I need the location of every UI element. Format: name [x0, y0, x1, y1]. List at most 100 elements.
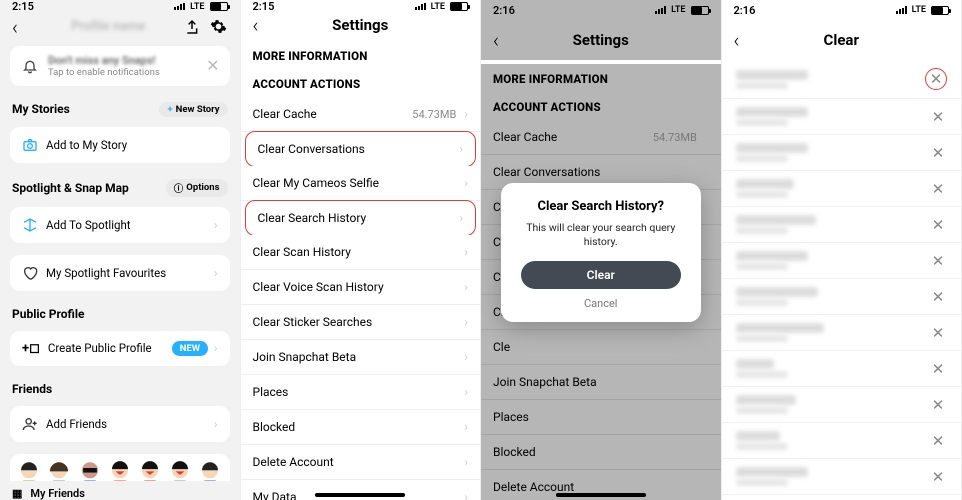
delete-item-button[interactable]: ✕ [929, 180, 947, 198]
share-icon[interactable] [184, 19, 200, 35]
item-sub [736, 443, 788, 450]
home-indicator [315, 493, 405, 497]
row-label: My Friends [30, 487, 84, 500]
clear-search-row[interactable]: Clear Search History › [245, 200, 477, 236]
status-bar: 2:16 LTE [722, 0, 962, 20]
signal-icon [655, 6, 666, 14]
options-button[interactable]: ⓘ Options [166, 179, 228, 197]
row-label: Add Friends [46, 417, 107, 431]
network-label: LTE [431, 2, 445, 12]
row-label: Clear My Cameos Selfie [253, 176, 379, 190]
beta-row[interactable]: Join Snapchat Beta › [241, 340, 481, 375]
add-to-spotlight[interactable]: Add To Spotlight › [10, 207, 230, 243]
clear-item-highlight: ✕ [925, 68, 947, 90]
places-row[interactable]: Places › [241, 375, 481, 410]
delete-item-button[interactable]: ✕ [929, 324, 947, 342]
page-title: Settings [273, 16, 449, 34]
delete-item-button[interactable]: ✕ [929, 360, 947, 378]
screen-settings-dialog: 2:16 LTE ‹ Settings MORE INFORMATION ACC… [481, 0, 722, 500]
clear-item-row: ✕ [722, 423, 962, 459]
blocked-row[interactable]: Blocked › [241, 410, 481, 445]
row-label: My Data [253, 490, 297, 500]
status-right: LTE [896, 5, 949, 15]
item-name [736, 431, 780, 441]
avatar-icon [166, 460, 194, 481]
close-icon[interactable]: ✕ [206, 56, 219, 75]
item-sub [736, 371, 788, 378]
clear-button[interactable]: Clear [521, 261, 681, 289]
clear-item-row: ✕ [722, 60, 962, 99]
item-name [736, 70, 808, 80]
avatar-icon [45, 460, 73, 481]
row-label: Clear Sticker Searches [253, 315, 373, 329]
item-sub [736, 119, 788, 126]
clear-item-row: ✕ [722, 135, 962, 171]
clear-item-row: ✕ [722, 243, 962, 279]
chevron-right-icon: › [464, 107, 468, 121]
item-sub [736, 299, 788, 306]
item-name [736, 323, 824, 333]
row-label: Clear Conversations [258, 142, 365, 156]
add-friends[interactable]: Add Friends › [10, 406, 230, 442]
mydata-row[interactable]: My Data › [241, 480, 481, 500]
clear-header: ‹ Clear [722, 20, 962, 60]
chevron-right-icon: › [464, 315, 468, 329]
chevron-right-icon: › [459, 211, 463, 225]
item-name [736, 107, 808, 117]
my-friends-row[interactable]: ▦ My Friends [0, 481, 240, 500]
notif-title: Don't miss any Snaps! [48, 54, 160, 67]
network-label: LTE [671, 5, 685, 15]
clear-item-row: ✕ [722, 351, 962, 387]
screen-clear-list: 2:16 LTE ‹ Clear ✕ ✕ ✕ ✕ ✕ ✕ ✕ [722, 0, 962, 500]
page-title: Settings [513, 31, 689, 49]
status-bar: 2:15 LTE [241, 0, 481, 13]
clear-conversations-row[interactable]: Clear Conversations › [245, 131, 477, 167]
delete-item-button[interactable]: ✕ [929, 216, 947, 234]
back-button[interactable]: ‹ [12, 15, 32, 39]
clear-scan-row[interactable]: Clear Scan History › [241, 235, 481, 270]
blocked-row: Blocked› [481, 435, 721, 470]
delete-account-row[interactable]: Delete Account › [241, 445, 481, 480]
home-indicator [556, 493, 646, 497]
delete-item-button[interactable]: ✕ [929, 468, 947, 486]
clear-item-row: ✕ [722, 171, 962, 207]
cancel-button[interactable]: Cancel [515, 297, 687, 310]
section-my-stories: My Stories +New Story [0, 92, 240, 121]
bell-icon [22, 58, 38, 74]
back-button[interactable]: ‹ [253, 13, 273, 37]
delete-item-button[interactable]: ✕ [929, 252, 947, 270]
new-story-button[interactable]: +New Story [159, 102, 227, 117]
row-label: Clear Cache [253, 107, 317, 121]
delete-item-button[interactable]: ✕ [929, 288, 947, 306]
signal-icon [415, 3, 426, 11]
spotlight-icon [22, 217, 38, 233]
clear-sticker-row[interactable]: Clear Sticker Searches › [241, 305, 481, 340]
delete-item-button[interactable]: ✕ [929, 432, 947, 450]
chevron-right-icon: › [464, 245, 468, 259]
status-time: 2:16 [493, 4, 515, 17]
clear-cache-row[interactable]: Clear Cache 54.73MB › [241, 97, 481, 132]
notification-callout[interactable]: Don't miss any Snaps! Tap to enable noti… [10, 46, 230, 86]
delete-item-button[interactable]: ✕ [929, 396, 947, 414]
delete-item-button[interactable]: ✕ [929, 108, 947, 126]
chevron-right-icon: › [214, 218, 217, 232]
section-spotlight: Spotlight & Snap Map ⓘ Options [0, 169, 240, 201]
status-right: LTE [655, 5, 708, 15]
friends-avatars[interactable] [10, 454, 230, 481]
clear-cameos-row[interactable]: Clear My Cameos Selfie › [241, 166, 481, 201]
chevron-right-icon: › [464, 420, 468, 434]
create-public-profile[interactable]: +◻ Create Public Profile NEW › [10, 331, 230, 366]
delete-item-button[interactable]: ✕ [929, 144, 947, 162]
back-button[interactable]: ‹ [734, 28, 754, 52]
screen-profile: 2:15 LTE ‹ Profile name Don't miss any S… [0, 0, 241, 500]
add-to-my-story[interactable]: Add to My Story [10, 127, 230, 163]
chevron-right-icon: › [214, 341, 217, 355]
delete-item-button[interactable]: ✕ [927, 70, 945, 88]
clear-voice-row[interactable]: Clear Voice Scan History › [241, 270, 481, 305]
back-button[interactable]: ‹ [493, 28, 513, 52]
item-name [736, 143, 808, 153]
spotlight-favourites[interactable]: My Spotlight Favourites › [10, 255, 230, 291]
row-label: Blocked [253, 420, 296, 434]
section-label: Friends [12, 382, 52, 396]
gear-icon[interactable] [210, 18, 227, 35]
